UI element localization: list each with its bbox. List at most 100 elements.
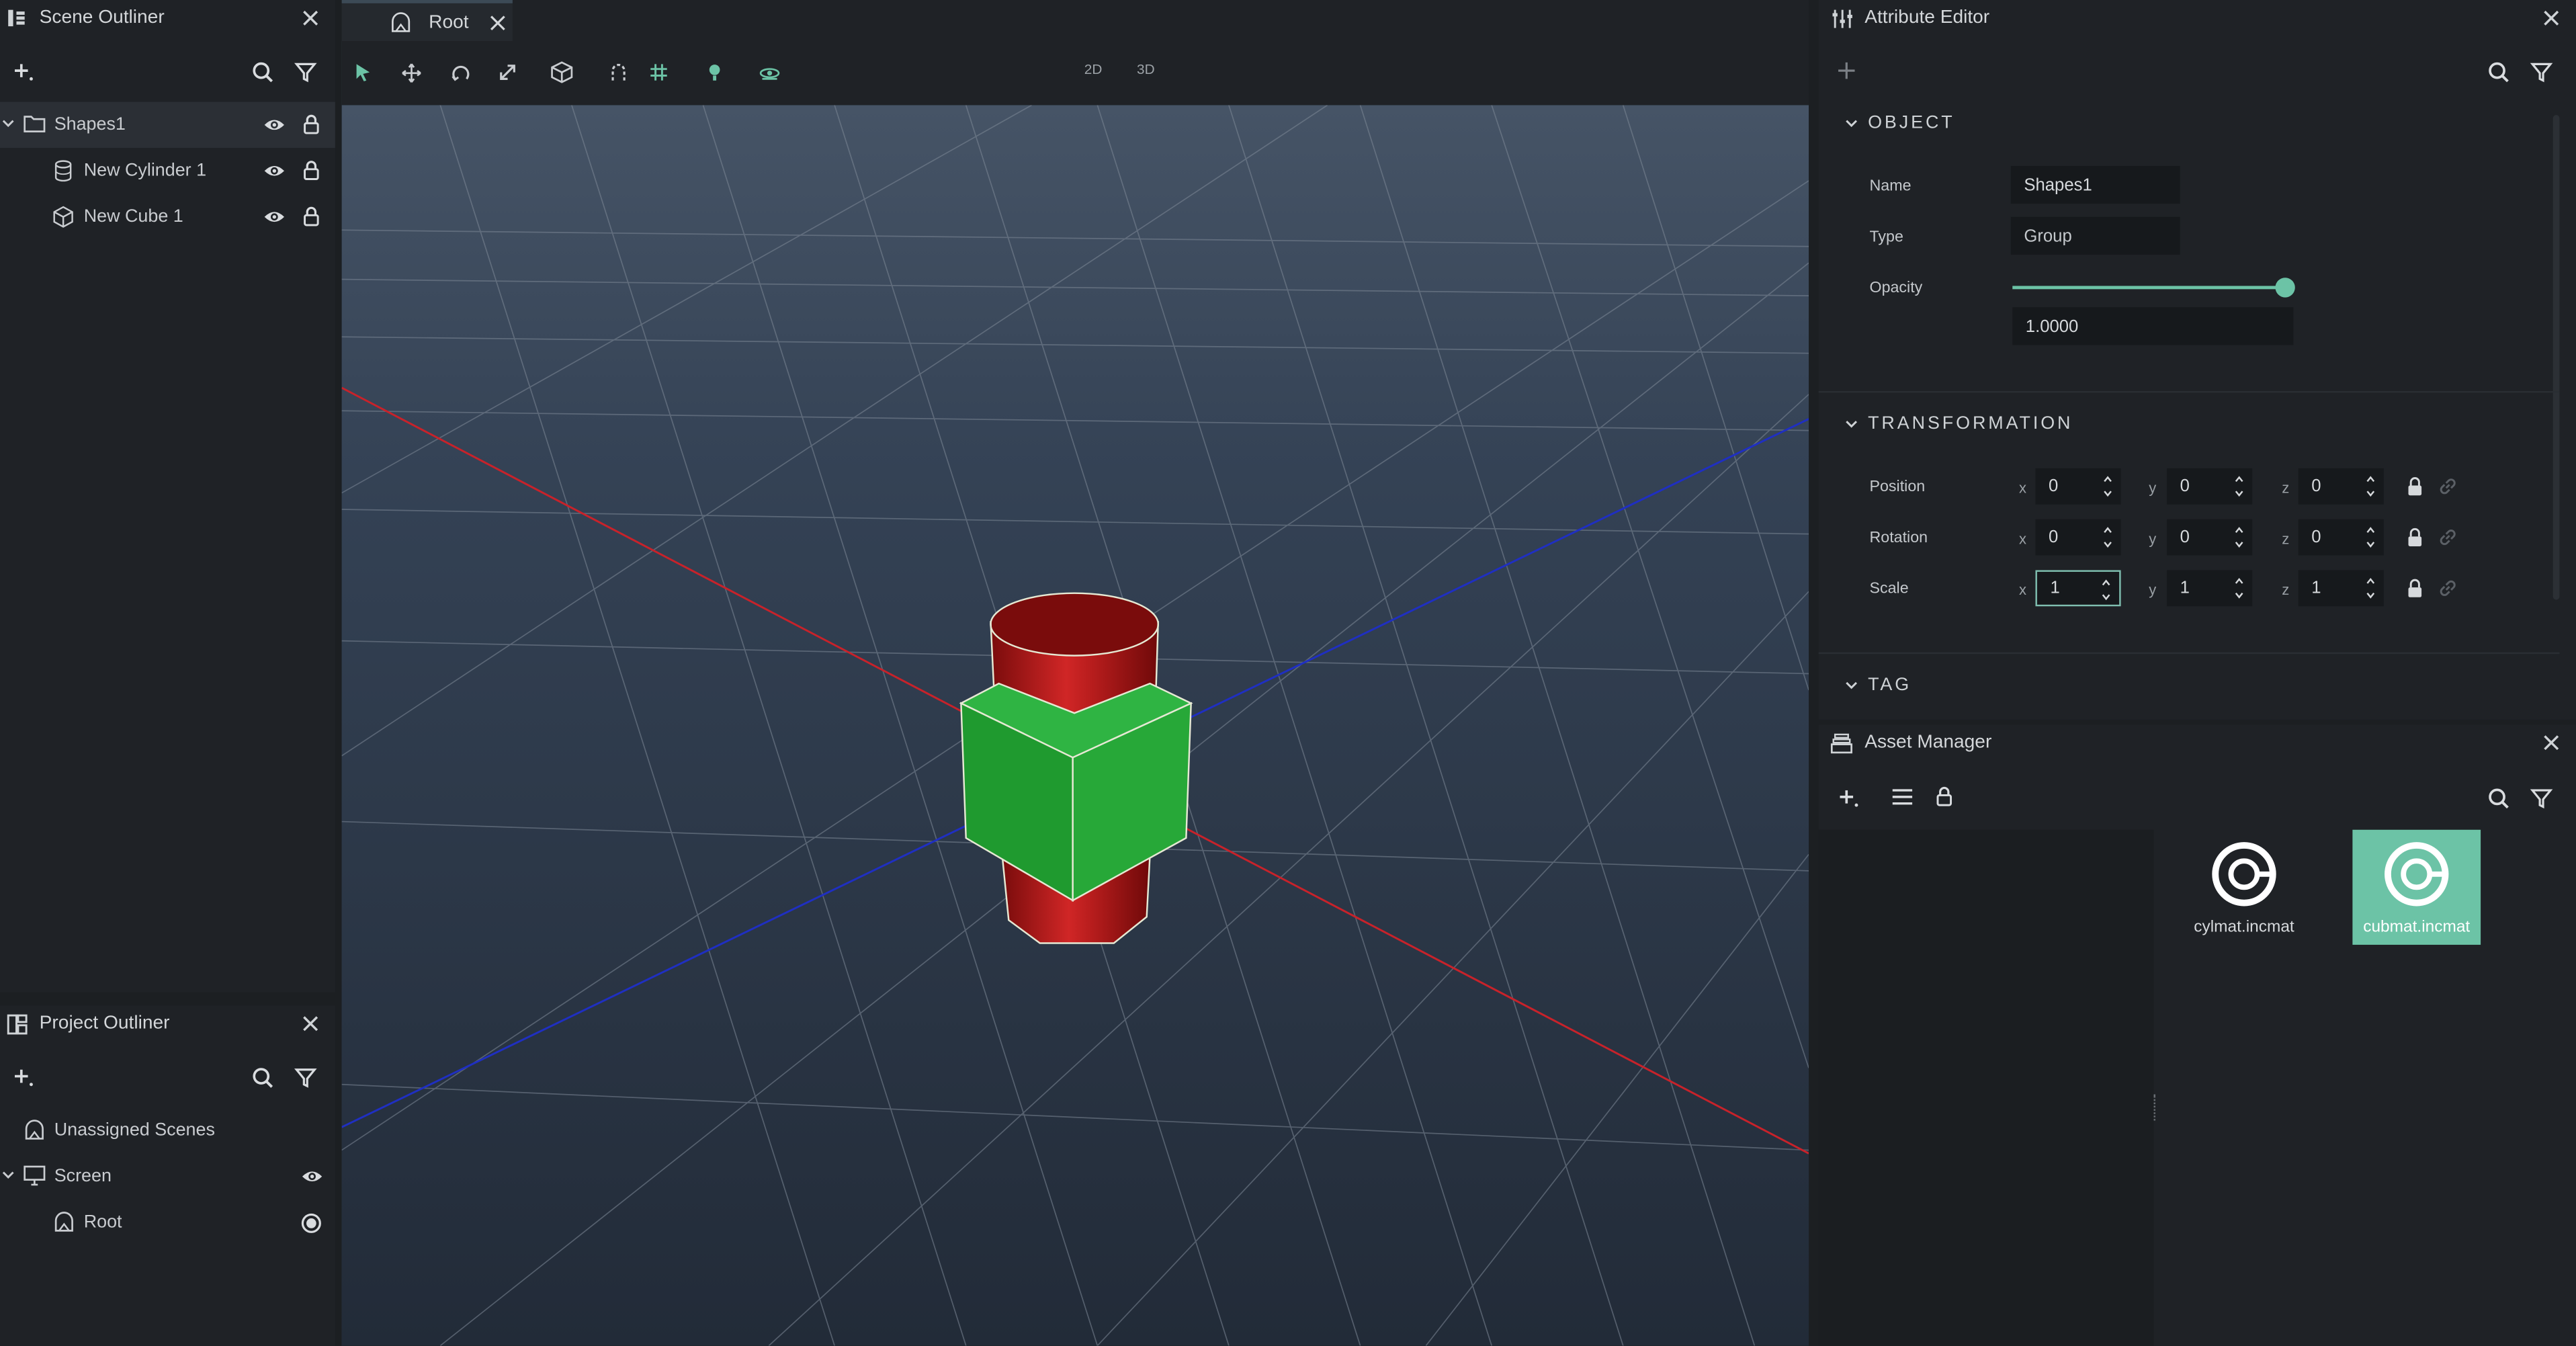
scrollbar[interactable] [2552,115,2560,600]
asset-tree-pane [1818,829,2154,1346]
add-icon[interactable] [1837,60,1856,80]
stepper-icon[interactable] [2366,473,2376,499]
opacity-slider-track [2012,286,2286,290]
search-icon[interactable] [250,1064,276,1091]
filter-icon[interactable] [292,1064,318,1091]
grid-icon[interactable] [644,58,673,87]
stepper-icon[interactable] [2101,577,2111,603]
section-title: OBJECT [1868,113,1955,134]
opacity-input[interactable]: 1.0000 [2012,307,2294,345]
object-section-header[interactable]: OBJECT [1845,114,1955,133]
tree-item-label: Screen [54,1167,112,1187]
rotation-z-input[interactable]: 0 [2298,519,2384,556]
close-icon[interactable] [488,12,508,32]
opacity-slider[interactable] [2012,278,2295,298]
position-y-input[interactable]: 0 [2167,468,2253,505]
project-icon [3,1011,30,1037]
stepper-icon[interactable] [2234,524,2244,550]
stepper-icon[interactable] [2366,524,2376,550]
search-icon[interactable] [2487,60,2510,83]
scene-icon [23,1119,46,1142]
asset-item-cubmat[interactable]: cubmat.incmat [2352,829,2481,945]
type-field: Group [2010,216,2180,255]
lock-icon[interactable] [302,114,320,135]
tree-item-new-cube-1[interactable]: New Cube 1 [0,194,335,240]
eye-icon[interactable] [263,115,286,134]
filter-icon[interactable] [2530,60,2553,83]
scale-y-input[interactable]: 1 [2167,570,2253,607]
stepper-icon[interactable] [2103,473,2113,499]
chevron-down-icon[interactable] [1,1168,15,1181]
tree-item-screen[interactable]: Screen [0,1153,335,1199]
input-value: 0 [2049,527,2059,548]
light-icon[interactable] [700,58,730,87]
close-icon[interactable] [299,7,322,30]
asset-item-cylmat[interactable]: cylmat.incmat [2180,830,2309,945]
cube-transform-icon[interactable] [547,58,576,87]
close-icon[interactable] [2540,731,2563,754]
tree-item-new-cylinder-1[interactable]: New Cylinder 1 [0,148,335,194]
viewport-panel[interactable]: Root 2D 3D [341,0,1809,1346]
active-scene-radio-icon[interactable] [300,1212,322,1234]
panel-title: Scene Outliner [39,8,165,28]
lock-icon[interactable] [2405,528,2425,547]
scale-x-input[interactable]: 1 [2035,570,2121,607]
name-field[interactable]: Shapes1 [2010,165,2180,204]
link-icon[interactable] [2438,579,2458,598]
position-z-input[interactable]: 0 [2298,468,2384,505]
stepper-icon[interactable] [2234,575,2244,601]
search-icon[interactable] [2487,787,2510,810]
mode-2d-button[interactable]: 2D [1084,60,1103,77]
lock-icon[interactable] [2405,476,2425,496]
input-value: 1 [2180,578,2190,599]
tree-item-root[interactable]: Root [0,1200,335,1245]
chevron-down-icon[interactable] [1,117,15,130]
opacity-slider-thumb[interactable] [2275,278,2295,298]
close-icon[interactable] [2540,7,2563,30]
lock-icon[interactable] [302,159,320,181]
rotation-y-input[interactable]: 0 [2167,519,2253,556]
link-icon[interactable] [2438,528,2458,547]
pane-splitter[interactable] [2153,1094,2159,1121]
position-x-input[interactable]: 0 [2035,468,2121,505]
list-view-icon[interactable] [1891,787,1914,806]
move-tool-icon[interactable] [396,58,425,87]
axis-x-label: x [2019,479,2027,497]
filter-icon[interactable] [2530,787,2553,810]
viewport-canvas[interactable] [341,0,1809,1346]
eye-icon[interactable] [263,161,286,181]
lock-icon[interactable] [2405,579,2425,598]
link-icon[interactable] [2438,476,2458,496]
stepper-icon[interactable] [2234,473,2244,499]
tab-root[interactable]: Root [341,0,513,42]
stepper-icon[interactable] [2366,575,2376,601]
transformation-section-header[interactable]: TRANSFORMATION [1845,414,2073,434]
rotate-tool-icon[interactable] [445,58,475,87]
add-icon[interactable] [1837,787,1860,810]
tree-item-unassigned-scenes[interactable]: Unassigned Scenes [0,1107,335,1153]
stepper-icon[interactable] [2103,524,2113,550]
add-icon[interactable] [10,59,36,85]
lock-icon[interactable] [1935,786,1953,807]
rotation-x-input[interactable]: 0 [2035,519,2121,556]
select-tool-icon[interactable] [348,58,378,87]
snap-icon[interactable] [603,58,632,87]
filter-icon[interactable] [292,59,318,85]
eye-icon[interactable] [300,1167,323,1186]
scene-icon [52,1211,75,1234]
project-outliner-toolbar [0,1060,335,1096]
eye-icon[interactable] [263,207,286,226]
mode-3d-button[interactable]: 3D [1137,60,1155,77]
tree-item-shapes1[interactable]: Shapes1 [0,101,335,149]
close-icon[interactable] [299,1012,322,1035]
lock-icon[interactable] [302,206,320,227]
asset-label: cubmat.incmat [2363,918,2471,937]
scale-z-input[interactable]: 1 [2298,570,2384,607]
viewport-toolbar: Root 2D 3D [341,0,1809,106]
add-icon[interactable] [10,1064,36,1091]
tag-section-header[interactable]: TAG [1845,675,1912,695]
camera-icon[interactable] [754,58,783,87]
search-icon[interactable] [250,59,276,85]
input-value: 0 [2049,476,2059,497]
scale-tool-icon[interactable] [493,58,523,87]
